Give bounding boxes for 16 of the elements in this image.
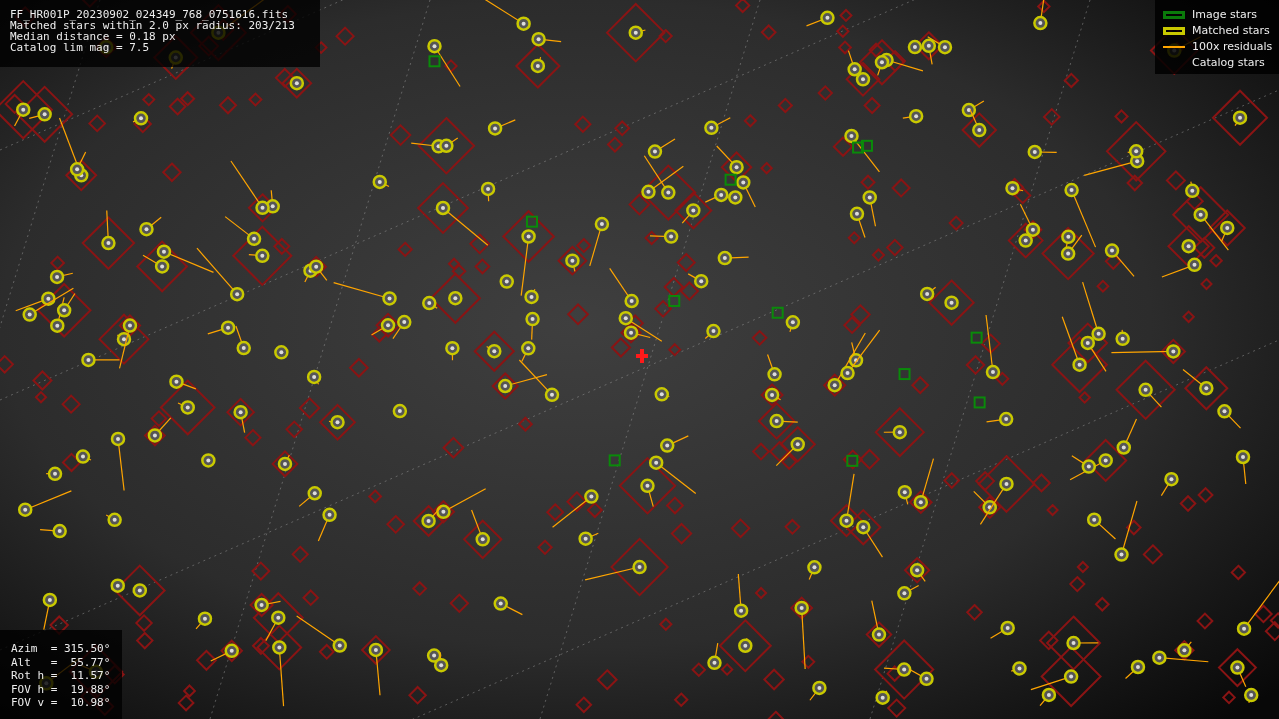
pointing-text: FOV h = 19.88° [11,682,111,696]
info-text: Matched stars within 2.0 px radius: 203/213 [10,20,296,31]
pointing-text: Azim = 315.50° [11,642,111,656]
pointing-text: Rot h = 11.57° [11,669,111,683]
legend-swatch-icon [1163,10,1185,19]
info-text: Catalog lim mag = 7.5 [10,42,151,53]
legend-label: 100x residuals [1192,40,1273,53]
pointing-text: Alt = 55.77° [11,655,111,669]
legend-label: Image stars [1192,8,1257,21]
legend-label: Matched stars [1192,24,1270,37]
legend-swatch-icon [1163,45,1185,48]
pointing-text: FOV v = 10.98° [11,696,111,710]
legend-label: Catalog stars [1192,56,1265,69]
legend-swatch-icon [1163,26,1185,35]
info-text: FF_HR001P_20230902_024349_768_0751616.fits [10,9,290,20]
info-text: Median distance = 0.18 px [10,31,176,42]
